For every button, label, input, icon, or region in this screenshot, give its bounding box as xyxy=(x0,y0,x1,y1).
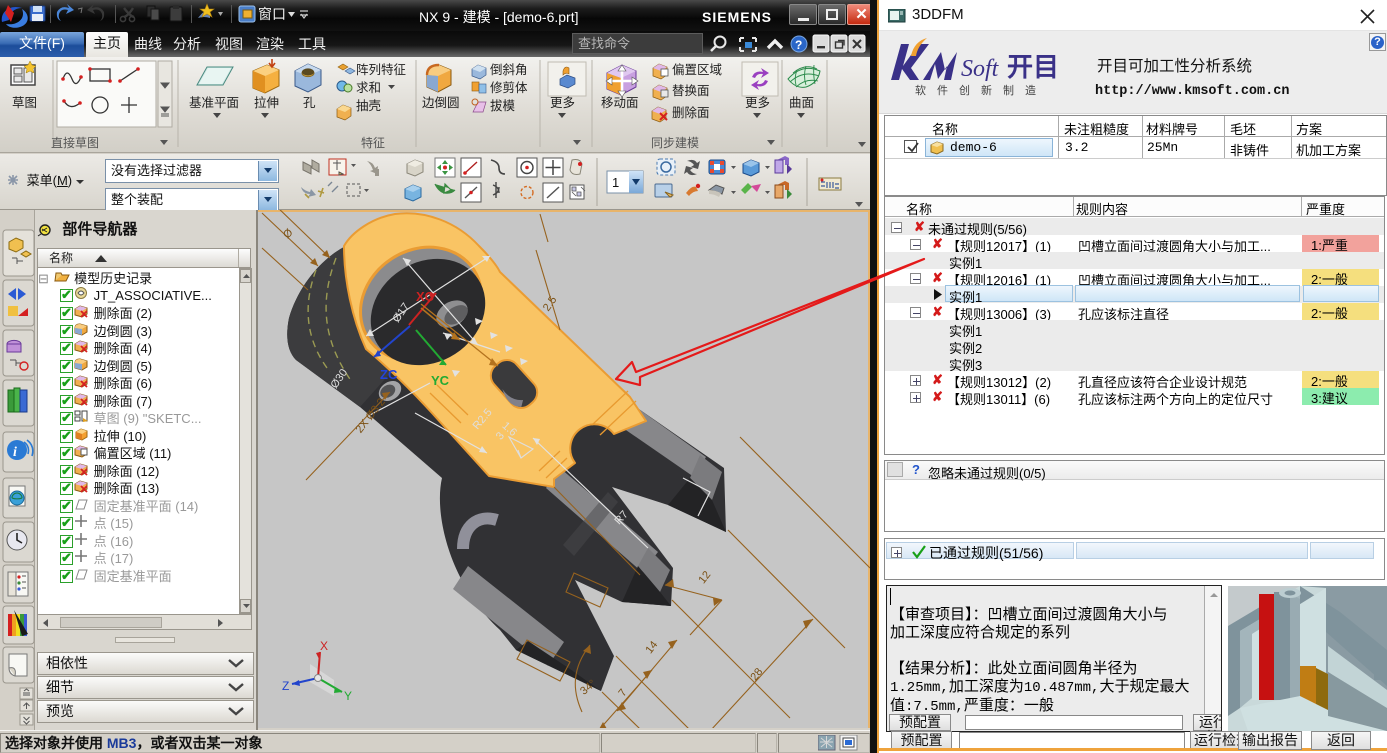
svg-text:1: 1 xyxy=(612,175,619,190)
svg-text:倒斜角: 倒斜角 xyxy=(490,63,528,77)
svg-text:同步建模: 同步建模 xyxy=(651,136,699,150)
svg-text:求和: 求和 xyxy=(356,81,381,95)
svg-text:偏置区域: 偏置区域 xyxy=(672,62,722,77)
svg-text:软件创新制造: 软件创新制造 xyxy=(915,83,1047,97)
svg-text:阵列特征: 阵列特征 xyxy=(356,62,407,77)
svg-text:曲面: 曲面 xyxy=(789,96,814,110)
svg-text:孔: 孔 xyxy=(303,96,316,110)
svg-text:删除面: 删除面 xyxy=(672,105,710,120)
svg-text:开目: 开目 xyxy=(1007,52,1059,82)
svg-text:Soft: Soft xyxy=(961,56,1000,82)
svg-text:i: i xyxy=(13,445,17,460)
svg-text:更多: 更多 xyxy=(745,96,770,110)
svg-text:窗口: 窗口 xyxy=(258,6,286,22)
svg-text:边倒圆: 边倒圆 xyxy=(422,96,460,110)
svg-text:特征: 特征 xyxy=(361,135,385,150)
svg-text:替换面: 替换面 xyxy=(672,84,710,98)
svg-text:拉伸: 拉伸 xyxy=(254,95,279,110)
svg-text:移动面: 移动面 xyxy=(601,96,639,110)
svg-text:草图: 草图 xyxy=(12,96,37,110)
svg-text:更多: 更多 xyxy=(550,96,575,110)
svg-text:抽壳: 抽壳 xyxy=(356,99,381,113)
svg-text:修剪体: 修剪体 xyxy=(490,80,528,95)
svg-text:拔模: 拔模 xyxy=(490,98,516,113)
svg-text:直接草图: 直接草图 xyxy=(51,135,99,150)
svg-text:基准平面: 基准平面 xyxy=(189,96,239,110)
svg-text:?: ? xyxy=(795,38,802,52)
